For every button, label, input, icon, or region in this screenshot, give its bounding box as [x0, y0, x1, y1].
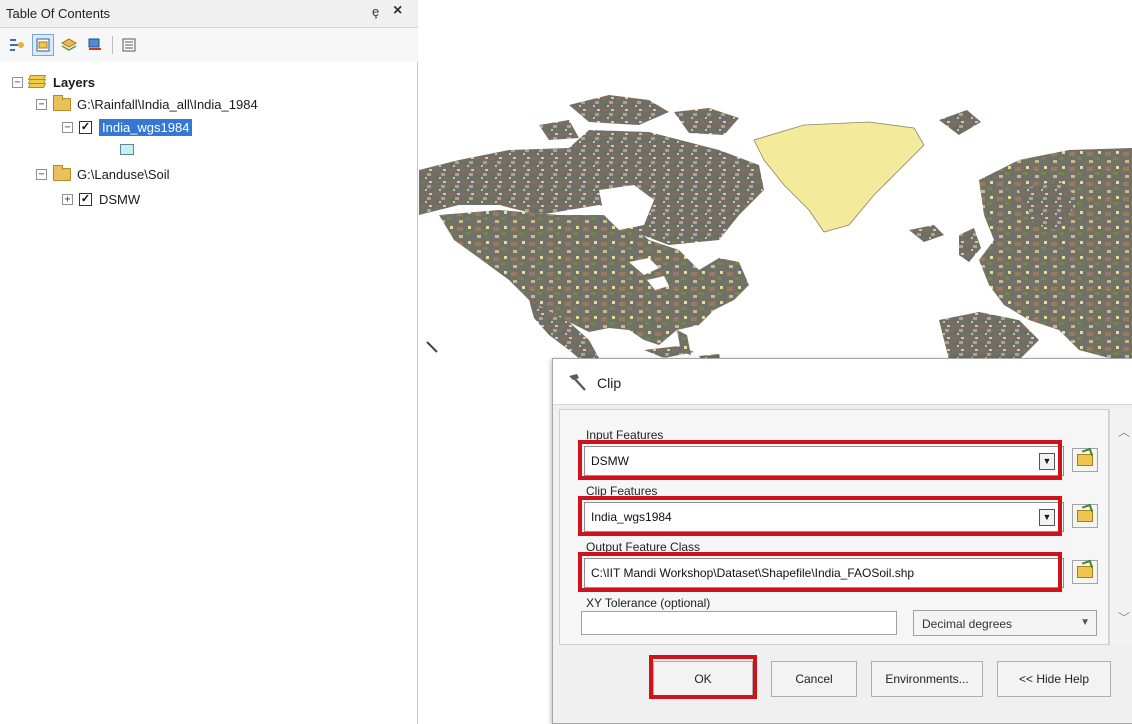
tree-row-layer-india[interactable]: − ✓ India_wgs1984 — [62, 117, 193, 137]
layers-root-label: Layers — [53, 74, 95, 90]
clip-dialog: Clip Input Features DSMW ▼ Clip Features… — [552, 358, 1132, 724]
scroll-down-icon[interactable]: ﹀ — [1118, 609, 1130, 626]
chevron-down-icon: ▼ — [1080, 617, 1090, 628]
tree-row-layers[interactable]: − Layers — [12, 72, 95, 92]
hammer-icon — [565, 372, 587, 395]
legend-swatch — [120, 144, 134, 155]
open-folder-icon — [1077, 454, 1093, 466]
ok-button-highlight — [649, 655, 757, 699]
list-by-selection-icon[interactable] — [84, 34, 106, 56]
layer-name-label[interactable]: India_wgs1984 — [99, 118, 193, 136]
cancel-button[interactable]: Cancel — [771, 661, 857, 697]
xy-tolerance-units-select[interactable]: Decimal degrees ▼ — [913, 610, 1097, 636]
list-by-drawing-order-icon[interactable] — [6, 34, 28, 56]
toc-toolbar — [0, 28, 418, 62]
input-features-highlight — [578, 440, 1062, 480]
layer-name-label[interactable]: DSMW — [99, 192, 140, 207]
toc-title: Table Of Contents — [6, 6, 111, 21]
dialog-scrollbar[interactable]: ︿ ﹀ — [1109, 409, 1132, 645]
pin-icon[interactable]: ȩ — [372, 4, 379, 19]
open-folder-icon — [1077, 566, 1093, 578]
hide-help-button[interactable]: << Hide Help — [997, 661, 1111, 697]
expand-icon[interactable]: + — [62, 193, 73, 205]
collapse-icon[interactable]: − — [12, 76, 23, 88]
xy-tolerance-input[interactable] — [581, 611, 897, 635]
table-of-contents-panel: Table Of Contents ȩ × − Layers − G:\Rain… — [0, 0, 418, 724]
open-folder-icon — [1077, 510, 1093, 522]
tree-row-group-soil[interactable]: − G:\Landuse\Soil — [36, 164, 170, 184]
environments-button[interactable]: Environments... — [871, 661, 983, 697]
layer-visibility-checkbox[interactable]: ✓ — [79, 120, 92, 134]
toc-title-bar: Table Of Contents ȩ × — [0, 0, 418, 28]
xy-tolerance-label: XY Tolerance (optional) — [586, 596, 711, 610]
layer-visibility-checkbox[interactable]: ✓ — [79, 192, 92, 206]
tree-row-group-rainfall[interactable]: − G:\Rainfall\India_all\India_1984 — [36, 94, 258, 114]
list-by-visibility-icon[interactable] — [58, 34, 80, 56]
browse-input-button[interactable] — [1072, 448, 1098, 472]
browse-output-button[interactable] — [1072, 560, 1098, 584]
group-path-label: G:\Rainfall\India_all\India_1984 — [77, 96, 258, 112]
browse-clip-button[interactable] — [1072, 504, 1098, 528]
options-icon[interactable] — [118, 34, 140, 56]
folder-icon — [53, 164, 71, 181]
xy-tolerance-units-value: Decimal degrees — [922, 617, 1013, 631]
collapse-icon[interactable]: − — [62, 121, 73, 133]
toolbar-divider — [112, 36, 113, 54]
tree-row-layer-dsmw[interactable]: + ✓ DSMW — [62, 189, 140, 209]
group-path-label: G:\Landuse\Soil — [77, 166, 170, 182]
collapse-icon[interactable]: − — [36, 168, 47, 180]
output-feature-class-highlight — [578, 552, 1062, 592]
collapse-icon[interactable]: − — [36, 98, 47, 110]
clip-features-highlight — [578, 496, 1062, 536]
dialog-title: Clip — [597, 375, 622, 391]
close-icon[interactable]: × — [393, 2, 402, 20]
list-by-source-icon[interactable] — [32, 34, 54, 56]
dialog-title-bar[interactable]: Clip — [553, 359, 1132, 405]
folder-icon — [53, 94, 71, 111]
layers-icon — [27, 75, 47, 89]
scroll-up-icon[interactable]: ︿ — [1118, 423, 1130, 440]
